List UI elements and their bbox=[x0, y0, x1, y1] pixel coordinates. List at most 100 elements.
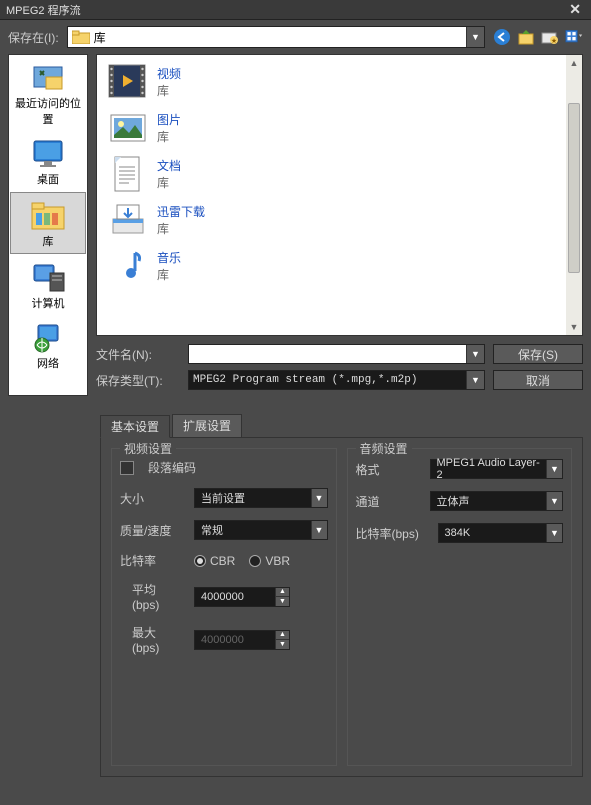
filetype-value bbox=[189, 371, 466, 389]
cbr-radio[interactable]: CBR bbox=[194, 554, 235, 568]
save-button[interactable]: 保存(S) bbox=[493, 344, 583, 364]
item-name: 迅雷下载 bbox=[157, 203, 205, 220]
chevron-down-icon[interactable]: ▼ bbox=[546, 460, 562, 478]
audio-legend: 音频设置 bbox=[356, 440, 412, 457]
channel-label: 通道 bbox=[356, 493, 422, 510]
video-library-icon bbox=[107, 61, 149, 103]
max-value: 4000000 bbox=[195, 631, 275, 649]
body-row: 最近访问的位置 桌面 库 计算机 网络 视频库 bbox=[0, 54, 591, 396]
window-title: MPEG2 程序流 bbox=[6, 2, 565, 18]
save-in-bar: 保存在(I): 库 ▼ ★ bbox=[0, 20, 591, 54]
quality-value: 常规 bbox=[195, 522, 311, 538]
quality-dropdown[interactable]: 常规▼ bbox=[194, 520, 328, 540]
item-name: 视频 bbox=[157, 65, 181, 82]
cancel-button[interactable]: 取消 bbox=[493, 370, 583, 390]
chevron-down-icon[interactable]: ▼ bbox=[311, 521, 327, 539]
avg-value: 4000000 bbox=[195, 588, 275, 606]
sidebar-item-computer[interactable]: 计算机 bbox=[9, 255, 87, 315]
channel-dropdown[interactable]: 立体声▼ bbox=[430, 491, 564, 511]
back-icon[interactable] bbox=[493, 28, 511, 46]
sidebar-item-label: 计算机 bbox=[32, 295, 65, 311]
file-list[interactable]: 视频库 图片库 文档库 迅雷下载库 音乐库 bbox=[96, 54, 583, 336]
svg-text:★: ★ bbox=[551, 37, 557, 45]
video-settings-group: 视频设置 段落编码 大小 当前设置▼ 质量/速度 常规▼ 比特率 CBR VBR bbox=[111, 448, 337, 766]
close-icon[interactable]: ✕ bbox=[565, 1, 585, 18]
picture-library-icon bbox=[107, 107, 149, 149]
size-value: 当前设置 bbox=[195, 490, 311, 506]
save-in-dropdown[interactable]: 库 ▼ bbox=[67, 26, 485, 48]
sidebar-item-desktop[interactable]: 桌面 bbox=[9, 131, 87, 191]
folder-icon bbox=[72, 30, 90, 44]
audio-bitrate-dropdown[interactable]: 384K▼ bbox=[438, 523, 564, 543]
chevron-down-icon[interactable]: ▼ bbox=[466, 27, 484, 47]
segmented-checkbox[interactable] bbox=[120, 461, 134, 475]
scrollbar[interactable]: ▲ ▼ bbox=[566, 55, 582, 335]
spin-up-icon: ▲ bbox=[275, 631, 289, 641]
vbr-radio[interactable]: VBR bbox=[249, 554, 290, 568]
filetype-label: 保存类型(T): bbox=[96, 372, 180, 389]
computer-icon bbox=[30, 261, 66, 293]
item-name: 音乐 bbox=[157, 249, 181, 266]
tab-extended[interactable]: 扩展设置 bbox=[172, 414, 242, 437]
filetype-dropdown[interactable]: ▼ bbox=[188, 370, 485, 390]
sidebar-item-label: 桌面 bbox=[37, 171, 59, 187]
scrollbar-thumb[interactable] bbox=[568, 103, 580, 273]
format-dropdown[interactable]: MPEG1 Audio Layer-2▼ bbox=[430, 459, 564, 479]
scroll-up-icon[interactable]: ▲ bbox=[566, 55, 582, 71]
quality-label: 质量/速度 bbox=[120, 522, 186, 539]
filename-field[interactable] bbox=[189, 345, 466, 363]
filename-input[interactable]: ▼ bbox=[188, 344, 485, 364]
recent-icon bbox=[30, 61, 66, 93]
places-sidebar: 最近访问的位置 桌面 库 计算机 网络 bbox=[8, 54, 88, 396]
item-sub: 库 bbox=[157, 220, 205, 237]
avg-bitrate-spinner[interactable]: 4000000▲▼ bbox=[194, 587, 290, 607]
sidebar-item-libraries[interactable]: 库 bbox=[10, 192, 86, 254]
chevron-down-icon[interactable]: ▼ bbox=[311, 489, 327, 507]
list-item[interactable]: 迅雷下载库 bbox=[101, 197, 578, 243]
document-library-icon bbox=[107, 153, 149, 195]
tab-basic[interactable]: 基本设置 bbox=[100, 415, 170, 438]
video-legend: 视频设置 bbox=[120, 440, 176, 457]
format-label: 格式 bbox=[356, 461, 422, 478]
channel-value: 立体声 bbox=[431, 493, 547, 509]
sidebar-item-network[interactable]: 网络 bbox=[9, 315, 87, 375]
audio-bitrate-label: 比特率(bps) bbox=[356, 525, 430, 542]
max-bitrate-spinner: 4000000▲▼ bbox=[194, 630, 290, 650]
nav-icons: ★ bbox=[493, 28, 583, 46]
tab-body: 视频设置 段落编码 大小 当前设置▼ 质量/速度 常规▼ 比特率 CBR VBR bbox=[100, 437, 583, 777]
libraries-icon bbox=[30, 199, 66, 231]
item-sub: 库 bbox=[157, 266, 181, 283]
scroll-down-icon[interactable]: ▼ bbox=[566, 319, 582, 335]
chevron-down-icon[interactable]: ▼ bbox=[466, 371, 484, 389]
avg-label: 平均 (bps) bbox=[120, 581, 186, 612]
download-library-icon bbox=[107, 199, 149, 241]
sidebar-item-label: 最近访问的位置 bbox=[11, 95, 85, 127]
audio-bitrate-value: 384K bbox=[439, 527, 547, 539]
save-in-value: 库 bbox=[94, 29, 466, 46]
item-sub: 库 bbox=[157, 174, 181, 191]
vbr-label: VBR bbox=[265, 554, 290, 568]
spin-up-icon[interactable]: ▲ bbox=[275, 588, 289, 598]
view-icon[interactable] bbox=[565, 28, 583, 46]
list-item[interactable]: 音乐库 bbox=[101, 243, 578, 289]
chevron-down-icon[interactable]: ▼ bbox=[466, 345, 484, 363]
new-folder-icon[interactable]: ★ bbox=[541, 28, 559, 46]
item-sub: 库 bbox=[157, 128, 181, 145]
size-label: 大小 bbox=[120, 490, 186, 507]
size-dropdown[interactable]: 当前设置▼ bbox=[194, 488, 328, 508]
segmented-label: 段落编码 bbox=[148, 459, 196, 476]
bitrate-label: 比特率 bbox=[120, 552, 186, 569]
network-icon bbox=[30, 321, 66, 353]
save-in-label: 保存在(I): bbox=[8, 29, 59, 46]
spin-down-icon[interactable]: ▼ bbox=[275, 597, 289, 606]
up-icon[interactable] bbox=[517, 28, 535, 46]
sidebar-item-recent[interactable]: 最近访问的位置 bbox=[9, 55, 87, 131]
list-item[interactable]: 视频库 bbox=[101, 59, 578, 105]
chevron-down-icon[interactable]: ▼ bbox=[546, 492, 562, 510]
list-item[interactable]: 图片库 bbox=[101, 105, 578, 151]
spin-down-icon: ▼ bbox=[275, 640, 289, 649]
list-item[interactable]: 文档库 bbox=[101, 151, 578, 197]
format-value: MPEG1 Audio Layer-2 bbox=[431, 457, 547, 481]
audio-settings-group: 音频设置 格式 MPEG1 Audio Layer-2▼ 通道 立体声▼ 比特率… bbox=[347, 448, 573, 766]
chevron-down-icon[interactable]: ▼ bbox=[546, 524, 562, 542]
